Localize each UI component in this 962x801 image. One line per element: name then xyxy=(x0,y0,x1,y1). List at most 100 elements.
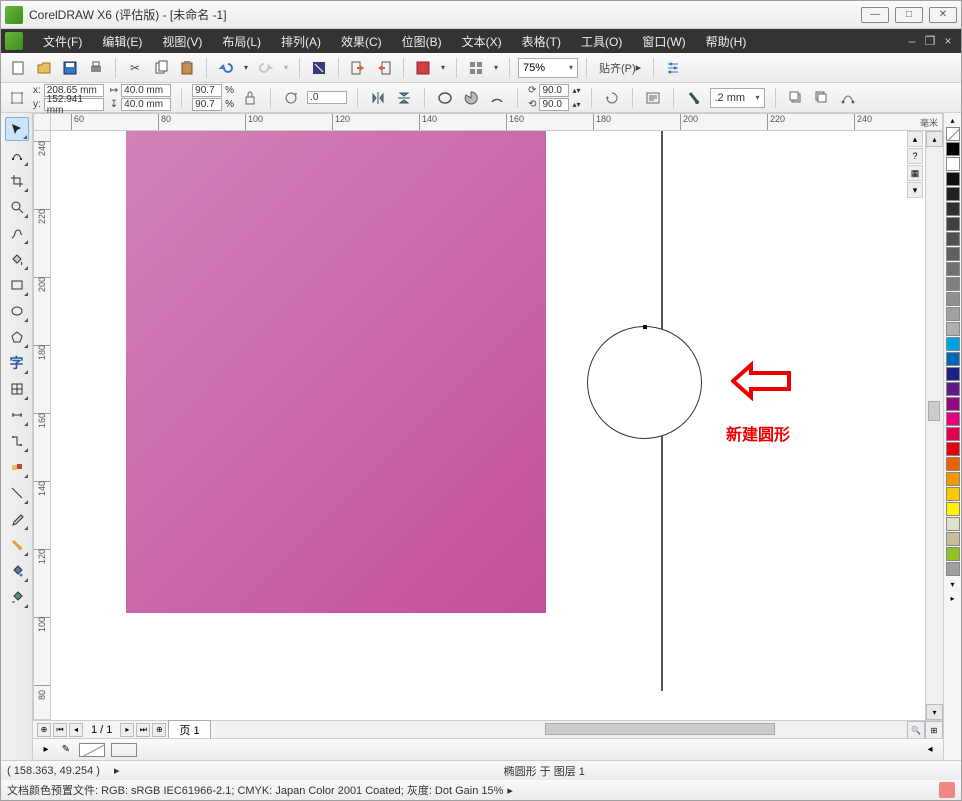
rotation-input[interactable]: .0 xyxy=(307,91,347,104)
vertical-ruler[interactable]: 24022020018016014012010080 xyxy=(33,131,51,720)
cut-icon[interactable]: ✂ xyxy=(124,57,146,79)
color-swatch[interactable] xyxy=(946,412,960,426)
wrap-text-icon[interactable] xyxy=(643,88,663,108)
fill-tool[interactable] xyxy=(5,559,29,583)
color-swatch[interactable] xyxy=(946,337,960,351)
color-swatch[interactable] xyxy=(946,352,960,366)
color-swatch[interactable] xyxy=(946,187,960,201)
color-swatch[interactable] xyxy=(946,142,960,156)
color-swatch[interactable] xyxy=(946,217,960,231)
status-next-icon[interactable]: ▸ xyxy=(114,764,120,777)
color-swatch[interactable] xyxy=(946,277,960,291)
drawing-canvas[interactable]: 新建圆形 ▴ ? ▦ ▾ xyxy=(51,131,925,720)
palette-down-icon[interactable]: ▾ xyxy=(944,577,961,591)
zoom-out-icon[interactable]: 🔍 xyxy=(907,721,925,739)
ellipse-icon[interactable] xyxy=(435,88,455,108)
menu-effects[interactable]: 效果(C) xyxy=(331,33,392,50)
copy-icon[interactable] xyxy=(150,57,172,79)
text-tool[interactable]: 字 xyxy=(5,351,29,375)
nav-down-icon[interactable]: ▾ xyxy=(907,182,923,198)
gradient-rectangle[interactable] xyxy=(126,131,546,613)
color-swatch[interactable] xyxy=(946,487,960,501)
menu-arrange[interactable]: 排列(A) xyxy=(271,33,331,50)
color-swatch[interactable] xyxy=(946,397,960,411)
color-swatch[interactable] xyxy=(946,232,960,246)
ruler-corner[interactable] xyxy=(33,113,51,131)
outline-tool[interactable] xyxy=(5,533,29,557)
first-page-icon[interactable]: ⏮ xyxy=(53,723,67,737)
minimize-button[interactable]: — xyxy=(861,7,889,23)
outline-width-combo[interactable]: .2 mm▾ xyxy=(710,88,765,108)
app-dropdown-icon[interactable]: ▾ xyxy=(491,57,501,79)
menu-view[interactable]: 视图(V) xyxy=(152,33,212,50)
redo-dropdown-icon[interactable]: ▾ xyxy=(281,57,291,79)
nav-up-icon[interactable]: ▴ xyxy=(907,131,923,147)
menu-tools[interactable]: 工具(O) xyxy=(571,33,632,50)
export-icon[interactable] xyxy=(373,57,395,79)
print-icon[interactable] xyxy=(85,57,107,79)
color-swatch[interactable] xyxy=(946,157,960,171)
maximize-button[interactable]: □ xyxy=(895,7,923,23)
scroll-down-icon[interactable]: ▾ xyxy=(926,704,943,720)
hints-icon[interactable]: ? xyxy=(907,148,923,164)
palette-flyout-icon[interactable]: ▸ xyxy=(944,591,961,605)
new-icon[interactable] xyxy=(7,57,29,79)
horizontal-ruler[interactable]: 毫米 6080100120140160180200220240 xyxy=(51,113,943,131)
smart-fill-tool[interactable] xyxy=(5,247,29,271)
no-outline-swatch[interactable] xyxy=(79,743,105,757)
zoom-combo[interactable]: 75%▾ xyxy=(518,58,578,78)
user-icon[interactable] xyxy=(939,782,955,798)
color-play-icon[interactable]: ▸ xyxy=(39,743,53,757)
height-input[interactable]: 40.0 mm xyxy=(121,98,171,111)
color-swatch[interactable] xyxy=(946,472,960,486)
paste-icon[interactable] xyxy=(176,57,198,79)
menu-help[interactable]: 帮助(H) xyxy=(696,33,757,50)
scroll-thumb[interactable] xyxy=(928,401,940,421)
undo-icon[interactable] xyxy=(215,57,237,79)
color-swatch[interactable] xyxy=(946,202,960,216)
color-swatch[interactable] xyxy=(946,532,960,546)
page-tab[interactable]: 页 1 xyxy=(168,720,210,740)
pie-icon[interactable] xyxy=(461,88,481,108)
color-swatch[interactable] xyxy=(946,547,960,561)
color-swatch[interactable] xyxy=(946,457,960,471)
snap-button[interactable]: 贴齐(P) ▸ xyxy=(595,57,645,79)
menu-text[interactable]: 文本(X) xyxy=(452,33,512,50)
to-back-icon[interactable] xyxy=(812,88,832,108)
color-swatch[interactable] xyxy=(946,502,960,516)
zoom-tool[interactable] xyxy=(5,195,29,219)
next-page-icon[interactable]: ▸ xyxy=(120,723,134,737)
profile-next-icon[interactable]: ▸ xyxy=(507,784,513,797)
freehand-tool[interactable] xyxy=(5,221,29,245)
polygon-tool[interactable] xyxy=(5,325,29,349)
publish-pdf-icon[interactable] xyxy=(412,57,434,79)
width-input[interactable]: 40.0 mm xyxy=(121,84,171,97)
color-swatch[interactable] xyxy=(946,307,960,321)
vertical-scrollbar[interactable]: ▴ ▾ xyxy=(925,131,943,720)
menu-file[interactable]: 文件(F) xyxy=(33,33,92,50)
scroll-up-icon[interactable]: ▴ xyxy=(926,131,943,147)
arc-icon[interactable] xyxy=(487,88,507,108)
eyedropper-tool[interactable] xyxy=(5,507,29,531)
ellipse-object[interactable] xyxy=(587,326,702,439)
options-icon[interactable] xyxy=(662,57,684,79)
table-tool[interactable] xyxy=(5,377,29,401)
palette-up-icon[interactable]: ▴ xyxy=(944,113,961,127)
y-input[interactable]: 152.941 mm xyxy=(44,98,104,111)
doc-minimize-button[interactable]: – xyxy=(903,34,921,48)
fill-swatch[interactable] xyxy=(111,743,137,757)
navigator-icon[interactable]: ⊞ xyxy=(925,721,943,739)
color-swatch[interactable] xyxy=(946,562,960,576)
interactive-tool[interactable] xyxy=(5,455,29,479)
import-icon[interactable] xyxy=(347,57,369,79)
color-swatch[interactable] xyxy=(946,172,960,186)
direction-icon[interactable] xyxy=(602,88,622,108)
shape-tool[interactable] xyxy=(5,143,29,167)
mirror-h-icon[interactable] xyxy=(368,88,388,108)
open-icon[interactable] xyxy=(33,57,55,79)
crop-tool[interactable] xyxy=(5,169,29,193)
menu-window[interactable]: 窗口(W) xyxy=(632,33,695,50)
redo-icon[interactable] xyxy=(255,57,277,79)
publish-dropdown-icon[interactable]: ▾ xyxy=(438,57,448,79)
save-icon[interactable] xyxy=(59,57,81,79)
